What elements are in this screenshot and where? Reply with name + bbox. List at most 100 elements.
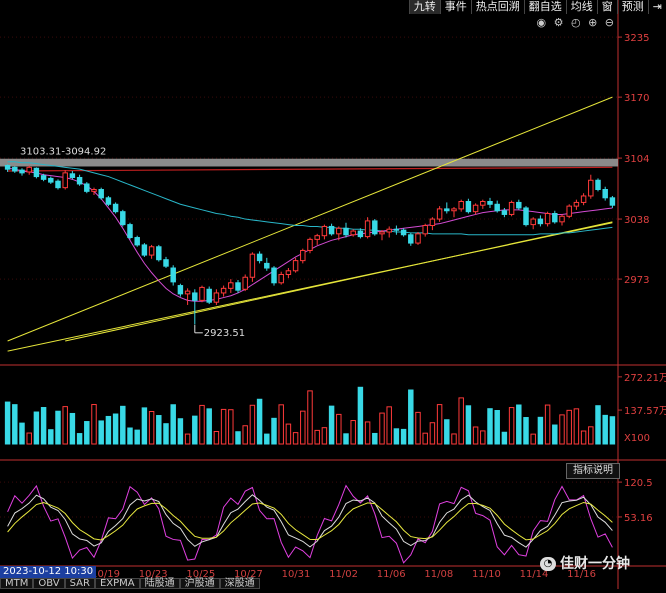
volume-bar [336,413,342,445]
volume-bar [48,429,54,445]
volume-bar [177,418,184,445]
volume-bar [127,427,133,445]
zoom-out-icon[interactable]: ⊖ [605,16,616,29]
volume-y-tick-label: 137.57万 [624,406,666,417]
volume-bar [544,404,551,445]
volume-bar [314,429,320,445]
indicator-info-button[interactable]: 指标说明 [566,463,620,479]
volume-bar [120,405,126,445]
volume-bar [595,405,601,445]
volume-y-tick-label: 272.21万 [624,373,666,384]
candle [602,189,608,199]
candle [501,210,508,215]
eye-icon[interactable]: ◉ [536,16,548,29]
volume-bar [321,427,328,445]
zoom-in-icon[interactable]: ⊕ [588,16,599,29]
candle [559,215,565,223]
tab-sar[interactable]: SAR [64,578,95,589]
candle [98,189,104,199]
volume-bar [458,397,464,445]
volume-bar [26,432,32,445]
volume-bar [206,408,212,445]
volume-bar [235,431,241,445]
volume-bar [530,433,536,445]
chart-tool-icons: ◉ ⚙ ◴ ⊕ ⊖ [536,16,616,29]
candle [595,179,601,190]
volume-bar [84,421,90,445]
x-tick-label: 11/06 [377,569,406,580]
chart-svg[interactable]: 3235 3170 3104 3038 2973 3103.31-3094.92 2923.… [0,0,666,589]
volume-bar [199,404,205,445]
settings-icon[interactable]: ⚙ [554,16,566,29]
tab-forecast[interactable]: 预测 [616,0,648,14]
volume-bar [98,420,104,445]
tab-hugutong[interactable]: 沪股通 [179,578,220,589]
volume-bar [364,421,371,445]
y-tick-label: 2973 [624,275,649,286]
volume-bar [192,415,198,445]
tab-obv[interactable]: OBV [33,578,65,589]
selected-date-label: 2023-10-12 10:30 [0,566,97,578]
tab-jiuzhuan[interactable]: 九转 [408,0,440,14]
candle [566,205,572,217]
candle [177,285,184,295]
volume-bar [4,401,11,445]
candle [300,249,306,262]
tab-hot-review[interactable]: 热点回溯 [470,0,524,14]
volume-bar [228,409,234,445]
tab-window[interactable]: 窗 [596,0,617,14]
indicator-line-j [7,501,613,541]
candle [220,287,227,294]
candle [213,292,220,303]
tab-lugutong[interactable]: 陆股通 [139,578,180,589]
y-tick-label: 3104 [624,154,649,165]
volume-bar [271,417,277,445]
volume-bar [602,414,608,445]
candle [321,225,328,237]
pin-icon[interactable]: ⇥ [647,0,666,14]
candle [55,180,61,189]
volume-bar [372,432,378,445]
candle [429,218,436,227]
tab-flip-watchlist[interactable]: 翻自选 [523,0,566,14]
tab-expma[interactable]: EXPMA [94,578,140,589]
candle [141,244,148,256]
low-annotation: 2923.51 [204,328,245,339]
volume-bar [552,424,558,445]
tab-shengutong[interactable]: 深股通 [219,578,260,589]
volume-bar [156,415,162,445]
indicator-tabs: MTM OBV SAR EXPMA 陆股通 沪股通 深股通 [0,578,260,589]
candle [350,230,356,236]
candle [372,220,378,235]
volume-bar [264,433,270,445]
x-tick-label: 11/08 [424,569,453,580]
candle [76,176,83,185]
volume-bar [105,415,112,445]
volume-unit-label: X100 [624,433,650,444]
candle [580,195,587,203]
tab-events[interactable]: 事件 [439,0,471,14]
volume-bar [451,433,457,445]
candle [199,286,205,301]
wechat-icon: ◔ [540,557,556,571]
candle [494,203,500,212]
candle [400,229,407,236]
dashboard-icon[interactable]: ◴ [571,16,583,29]
candle [163,259,169,267]
candle [292,260,299,272]
volume-bar [278,404,284,445]
indicator-y-tick-label: 53.16 [624,513,653,524]
candle [264,262,270,269]
tab-moving-avg[interactable]: 均线 [565,0,597,14]
volume-bar [292,432,299,445]
candle [508,201,515,215]
candle [184,290,191,295]
tab-mtm[interactable]: MTM [0,578,34,589]
candle [4,164,11,170]
candle [357,230,364,238]
candle [62,172,68,189]
top-toolbar: 九转 事件 热点回溯 翻自选 均线 窗 预测 ⇥ [408,0,666,14]
candle [134,237,140,246]
candle [69,173,76,178]
watermark: ◔ 佳财一分钟 [540,553,630,573]
